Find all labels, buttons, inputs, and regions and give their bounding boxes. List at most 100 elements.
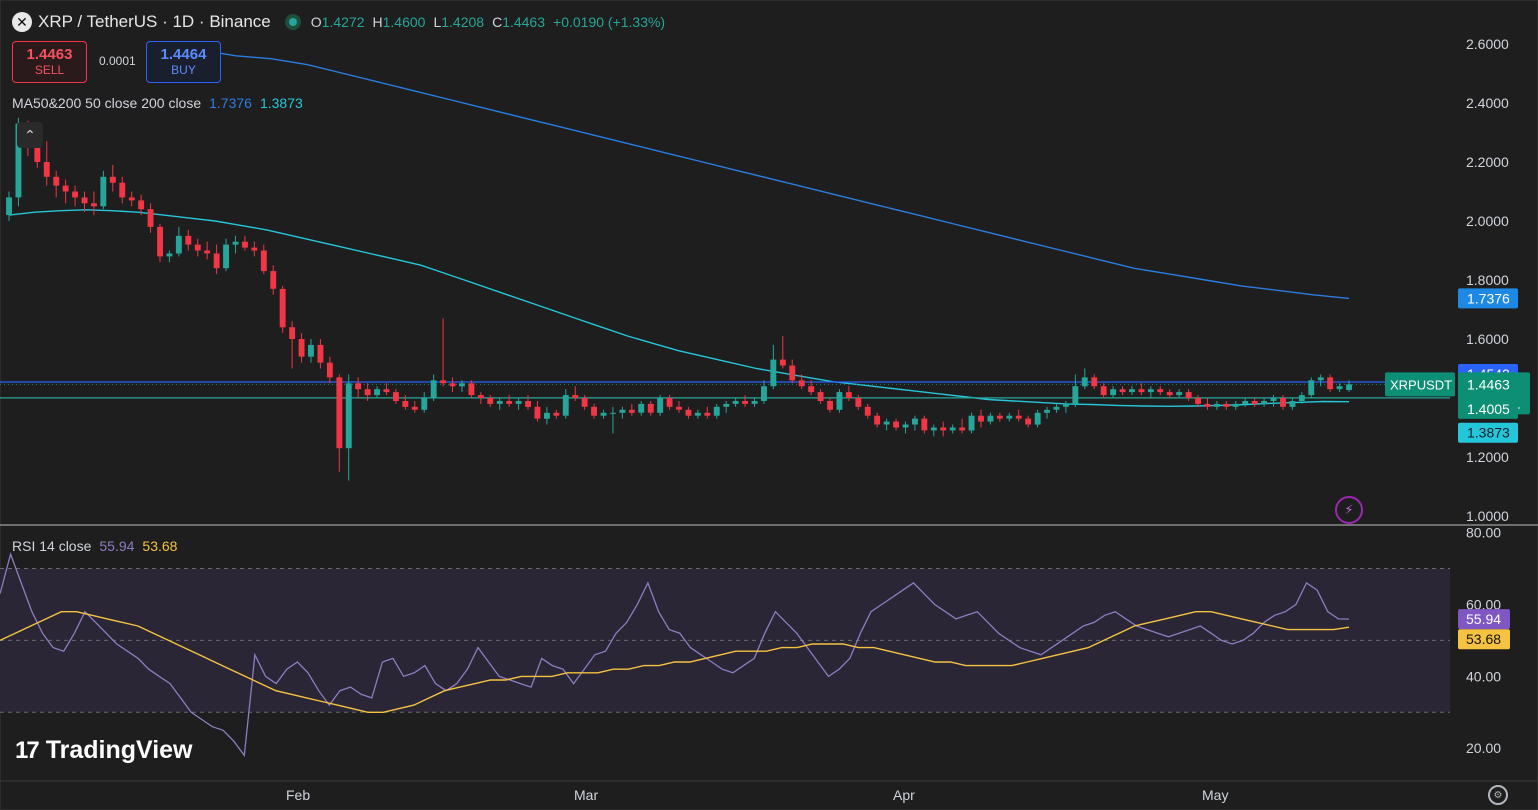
candle-body [761, 386, 767, 401]
candle-body [789, 365, 796, 381]
tradingview-logo-text: TradingView [45, 736, 193, 764]
price-axis-tick: 2.2000 [1466, 154, 1509, 170]
candle-body [1081, 377, 1088, 387]
candle-body [496, 401, 503, 404]
buy-button[interactable]: 1.4464 BUY [146, 41, 221, 83]
ohlc-values: O1.4272 H1.4600 L1.4208 C1.4463 +0.0190 … [311, 14, 665, 30]
candle-body [1327, 377, 1334, 390]
candle-body [987, 415, 994, 422]
ohlc-close-value: 1.4463 [502, 14, 546, 30]
candle-body [298, 339, 305, 357]
sell-button[interactable]: 1.4463 SELL [12, 41, 87, 83]
candle-body [638, 403, 645, 413]
ohlc-high-key: H [372, 14, 383, 30]
candle-body [1336, 386, 1343, 390]
candle-body [383, 389, 390, 393]
buy-price: 1.4464 [160, 46, 207, 63]
candle-body [949, 427, 956, 431]
candle-body [1034, 412, 1041, 425]
candle-body [1157, 389, 1164, 393]
rsi-value-tag-text: 55.94 [1466, 611, 1501, 627]
ohlc-high-value: 1.4600 [382, 14, 426, 30]
candle-body [487, 398, 494, 404]
last-price-tag-text: 1.4463 [1467, 376, 1510, 392]
candle-body [610, 412, 616, 414]
candle-body [53, 176, 60, 186]
candle-body [251, 247, 258, 251]
price-axis-tick: 1.8000 [1466, 272, 1509, 288]
candle-body [289, 327, 296, 339]
price-axis-tick: 2.6000 [1466, 36, 1509, 52]
candle-body [534, 406, 541, 419]
rsi-legend[interactable]: RSI 14 close 55.94 53.68 [12, 538, 177, 554]
buy-label: BUY [171, 63, 196, 77]
candle-body [845, 392, 852, 398]
candle-body [1119, 389, 1126, 393]
candle-body [968, 415, 975, 431]
ma50-legend-value: 1.7376 [209, 95, 252, 111]
candle-body [619, 409, 626, 413]
market-status-icon[interactable] [284, 14, 301, 30]
candle-body [1232, 403, 1239, 407]
candle-body [1223, 403, 1230, 407]
candle-body [194, 244, 201, 251]
candle-body [704, 412, 711, 416]
candle-body [751, 401, 758, 404]
ohlc-open-value: 1.4272 [321, 14, 365, 30]
candle-body [1185, 392, 1192, 398]
ohlc-change: +0.0190 (+1.33%) [553, 14, 666, 30]
candle-body [364, 389, 371, 396]
candle-body [1317, 377, 1324, 381]
rsi-legend-value: 55.94 [99, 538, 135, 554]
candle-body [62, 185, 69, 192]
candle-body [440, 380, 447, 384]
low-price-tag-text: 1.4005 [1467, 401, 1510, 417]
candle-body [1242, 401, 1249, 404]
time-axis-tick: Mar [574, 787, 598, 803]
candle-body [459, 383, 465, 387]
candle-body [1006, 415, 1013, 419]
candle-body [912, 418, 918, 425]
candle-body [43, 162, 50, 177]
symbol-title[interactable]: XRP / TetherUS · 1D · Binance [38, 12, 271, 32]
price-axis-tick: 2.4000 [1466, 95, 1509, 111]
sell-label: SELL [34, 63, 65, 77]
candle-body [72, 191, 78, 198]
candle-body [883, 421, 890, 425]
price-chart[interactable]: 2.6000 2.4000 2.2000 2.0000 1.8000 1.6000 1.40… [0, 0, 1538, 810]
candle-body [572, 395, 579, 398]
candle-body [1138, 389, 1145, 393]
candle-body [742, 401, 748, 404]
candle-body [421, 398, 428, 410]
ma50-price-tag-text: 1.3873 [1467, 425, 1510, 441]
candle-body [166, 253, 173, 257]
candle-body [317, 344, 324, 363]
candle-body [940, 427, 947, 431]
candle-body [1289, 401, 1296, 407]
candle-body [836, 392, 843, 410]
candle-body [515, 401, 522, 404]
candle-body [411, 406, 418, 410]
time-axis-tick: May [1202, 787, 1228, 803]
candle-body [138, 200, 145, 210]
candle-body [827, 401, 833, 410]
ma-legend[interactable]: MA50&200 50 close 200 close 1.7376 1.387… [12, 95, 303, 111]
xrp-logo-icon[interactable]: ✕ [12, 12, 32, 32]
candle-body [581, 398, 588, 407]
lightning-icon[interactable]: ⚡ [1335, 496, 1363, 524]
candle-body [930, 427, 937, 431]
candle-body [449, 383, 456, 387]
candle-body [100, 176, 107, 207]
candle-body [676, 406, 682, 410]
settings-gear-icon[interactable]: ⚙ [1488, 785, 1508, 805]
tradingview-logo[interactable]: 17 TradingView [15, 736, 193, 765]
candle-body [628, 409, 635, 413]
candle-body [147, 209, 154, 227]
candle-body [1129, 389, 1135, 393]
collapse-legend-button[interactable]: ⌃ [17, 122, 43, 148]
candle-body [119, 182, 126, 198]
candle-body [157, 226, 163, 257]
candle-body [1063, 403, 1069, 407]
candle-body [232, 241, 239, 245]
candle-body [713, 406, 720, 416]
